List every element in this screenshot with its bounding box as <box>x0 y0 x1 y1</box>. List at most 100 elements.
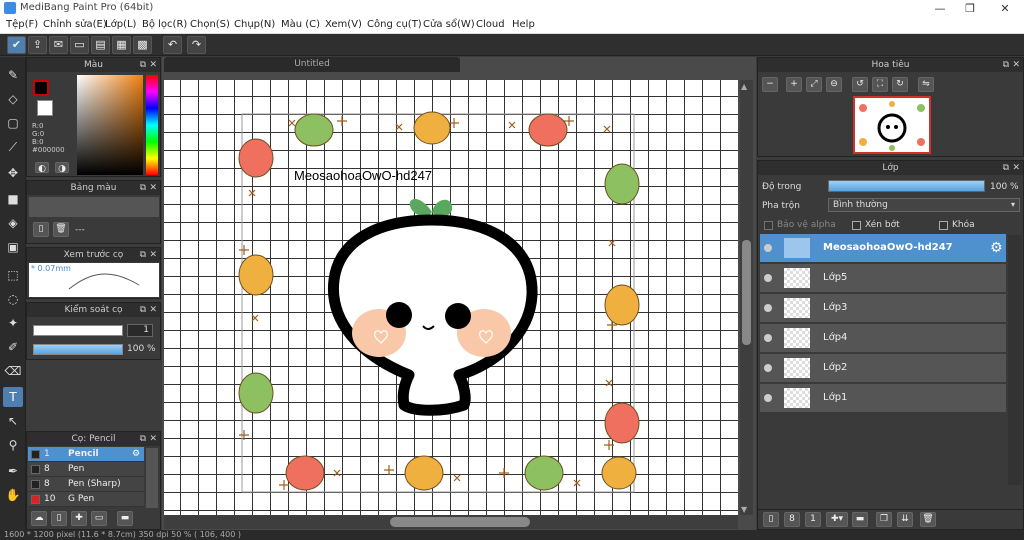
visibility-eye-icon[interactable] <box>764 364 772 372</box>
hand-tool-icon[interactable]: ✋ <box>3 485 23 505</box>
zoom-reset-icon[interactable]: ⊖ <box>826 77 842 92</box>
navigator-thumbnail[interactable] <box>853 96 931 154</box>
brush-item[interactable]: 1 Pencil ⚙ <box>28 447 144 462</box>
panel-close-icon[interactable]: ✕ <box>1012 58 1020 72</box>
rotate-right-icon[interactable]: ↻ <box>892 77 908 92</box>
menu-select[interactable]: Chọn(S) <box>190 19 230 30</box>
layer-row[interactable]: Lớp1 <box>760 384 1006 413</box>
blend-mode-select[interactable]: Bình thường ▾ <box>828 198 1020 212</box>
new-8bit-layer-icon[interactable]: 8 <box>784 512 800 527</box>
panel-close-icon[interactable]: ✕ <box>149 303 157 317</box>
zoom-in-icon[interactable]: + <box>786 77 802 92</box>
rectangle-tool-icon[interactable]: ▢ <box>3 113 23 133</box>
background-color-swatch[interactable] <box>37 100 53 116</box>
eraser-tool-icon[interactable]: ◇ <box>3 89 23 109</box>
text-tool-icon[interactable]: T <box>3 387 23 407</box>
menu-view[interactable]: Xem(V) <box>325 19 362 30</box>
undock-icon[interactable]: ⧉ <box>1003 161 1009 175</box>
visibility-eye-icon[interactable] <box>764 304 772 312</box>
new-layer-icon[interactable]: ▯ <box>763 512 779 527</box>
brush-tool-icon[interactable]: ✎ <box>3 65 23 85</box>
menu-color[interactable]: Màu (C) <box>281 19 320 30</box>
close-button[interactable]: ✕ <box>990 0 1020 17</box>
document-icon[interactable]: ▤ <box>91 36 110 54</box>
minimize-button[interactable]: — <box>925 0 955 17</box>
brush-item[interactable]: 8 Pen <box>28 462 144 477</box>
layer-list-scrollbar[interactable] <box>1008 235 1022 485</box>
layer-row[interactable]: Lớp2 <box>760 354 1006 383</box>
visibility-eye-icon[interactable] <box>764 244 772 252</box>
visibility-eye-icon[interactable] <box>764 274 772 282</box>
scroll-up-arrow-icon[interactable]: ▲ <box>741 82 747 91</box>
brush-delete-icon[interactable]: ▭ <box>91 511 107 526</box>
cloud-sync-icon[interactable]: ✔ <box>7 36 26 54</box>
undock-icon[interactable]: ⧉ <box>140 432 146 446</box>
menu-layer[interactable]: Lớp(L) <box>105 19 136 30</box>
menu-snap[interactable]: Chụp(N) <box>234 19 275 30</box>
brush-size-slider[interactable] <box>33 325 123 336</box>
brush-new-icon[interactable]: ▯ <box>51 511 67 526</box>
panel-close-icon[interactable]: ✕ <box>1012 161 1020 175</box>
panel-close-icon[interactable]: ✕ <box>149 432 157 446</box>
brush-cloud-icon[interactable]: ☁ <box>31 511 47 526</box>
hue-slider[interactable] <box>146 75 158 175</box>
saturation-value-picker[interactable] <box>77 75 143 175</box>
bucket-tool-icon[interactable]: ◈ <box>3 213 23 233</box>
drawing-canvas[interactable]: MeosaohoaOwO-hd247 <box>164 80 738 515</box>
brush-folder-icon[interactable]: ▬ <box>117 511 133 526</box>
new-1bit-layer-icon[interactable]: 1 <box>805 512 821 527</box>
move-tool-icon[interactable]: ✥ <box>3 163 23 183</box>
layer-row[interactable]: Lớp5 <box>760 264 1006 293</box>
brush-add-icon[interactable]: ✚ <box>71 511 87 526</box>
select-lasso-icon[interactable]: ◌ <box>3 289 23 309</box>
visibility-eye-icon[interactable] <box>764 394 772 402</box>
eyedropper-tool-icon[interactable]: ⚲ <box>3 435 23 455</box>
vertical-scroll-thumb[interactable] <box>742 240 751 345</box>
panel-close-icon[interactable]: ✕ <box>149 248 157 262</box>
share-icon[interactable]: ⇪ <box>28 36 47 54</box>
flip-icon[interactable]: ⇋ <box>918 77 934 92</box>
delete-layer-icon[interactable]: 🗑 <box>920 512 936 527</box>
undock-icon[interactable]: ⧉ <box>140 181 146 195</box>
layer-folder-icon[interactable]: ▬ <box>852 512 868 527</box>
panel-close-icon[interactable]: ✕ <box>149 181 157 195</box>
layer-row[interactable]: Lớp3 <box>760 294 1006 323</box>
clipping-checkbox[interactable] <box>852 221 861 230</box>
color-mode-button[interactable]: ◐ <box>35 162 49 174</box>
menu-edit[interactable]: Chỉnh sửa(E) <box>43 19 107 30</box>
fill-rect-tool-icon[interactable]: ■ <box>3 189 23 209</box>
layer-settings-gear-icon[interactable]: ⚙ <box>990 240 1003 256</box>
lock-checkbox[interactable] <box>939 221 948 230</box>
brush-size-value[interactable]: 1 <box>127 324 153 337</box>
merge-layer-icon[interactable]: ⇊ <box>897 512 913 527</box>
select-pen-icon[interactable]: ✐ <box>3 337 23 357</box>
line-tool-icon[interactable]: ⟋ <box>3 137 23 157</box>
layer-opacity-slider[interactable] <box>828 180 985 192</box>
document-tab[interactable]: Untitled <box>164 57 460 72</box>
grid-icon[interactable]: ▦ <box>112 36 131 54</box>
menu-file[interactable]: Tệp(F) <box>6 19 38 30</box>
rotate-left-icon[interactable]: ↺ <box>852 77 868 92</box>
menu-window[interactable]: Cửa sổ(W) <box>423 19 475 30</box>
brush-item[interactable]: 8 Pen (Sharp) <box>28 477 144 492</box>
comment-icon[interactable]: ✉ <box>49 36 68 54</box>
brush-list-scrollbar[interactable] <box>146 448 158 508</box>
operation-tool-icon[interactable]: ↖ <box>3 411 23 431</box>
panels-icon[interactable]: ▩ <box>133 36 152 54</box>
duplicate-layer-icon[interactable]: ❐ <box>876 512 892 527</box>
gear-icon[interactable]: ⚙ <box>132 447 140 461</box>
undock-icon[interactable]: ⧉ <box>140 58 146 72</box>
fit-icon[interactable]: ⤢ <box>806 77 822 92</box>
maximize-button[interactable]: ❐ <box>955 0 985 17</box>
menu-tools[interactable]: Công cụ(T) <box>367 19 422 30</box>
panel-close-icon[interactable]: ✕ <box>149 58 157 72</box>
palette-swatch-area[interactable] <box>29 197 159 217</box>
layer-row[interactable]: Lớp4 <box>760 324 1006 353</box>
add-layer-dropdown-icon[interactable]: ✚▾ <box>826 512 848 527</box>
undock-icon[interactable]: ⧉ <box>140 248 146 262</box>
undock-icon[interactable]: ⧉ <box>1003 58 1009 72</box>
brush-opacity-slider[interactable] <box>33 344 123 355</box>
layer-row[interactable]: MeosaohoaOwO-hd247 ⚙ <box>760 234 1006 263</box>
scroll-down-arrow-icon[interactable]: ▼ <box>741 505 747 514</box>
foreground-color-swatch[interactable] <box>33 80 49 96</box>
